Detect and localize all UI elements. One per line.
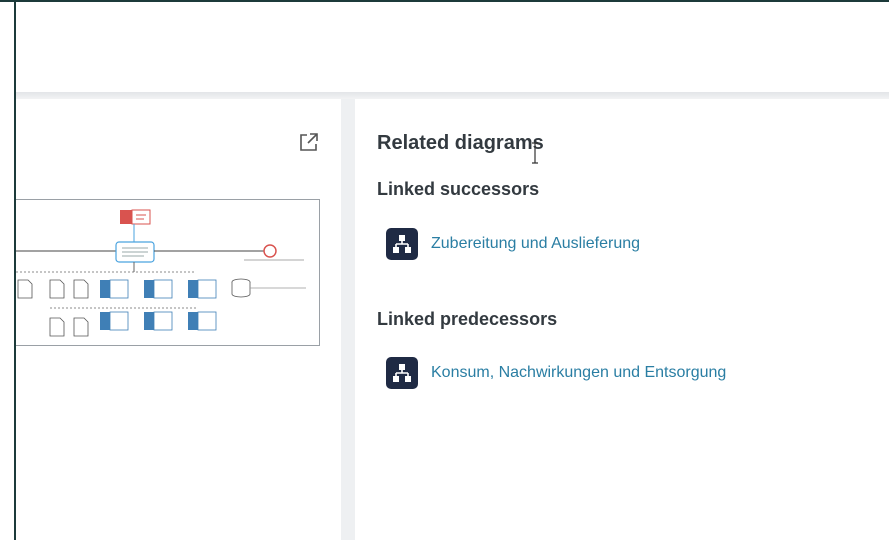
linked-successors-heading: Linked successors [377, 179, 540, 199]
header-shadow [16, 92, 889, 99]
header-bar [16, 2, 889, 92]
linked-predecessors-heading: Linked predecessors [377, 309, 558, 329]
successor-link-label[interactable]: Zubereitung und Auslieferung [431, 235, 640, 253]
predecessor-link-label[interactable]: Konsum, Nachwirkungen und Entsorgung [431, 364, 726, 382]
external-link-icon[interactable] [298, 131, 320, 153]
successor-link[interactable]: Zubereitung und Auslieferung [386, 228, 640, 260]
process-diagram-icon [386, 228, 418, 260]
panel-title: Related diagrams [377, 132, 544, 154]
predecessor-link[interactable]: Konsum, Nachwirkungen und Entsorgung [386, 357, 726, 389]
panel-divider [341, 99, 355, 540]
diagram-thumbnail-graphic [16, 209, 306, 337]
diagram-thumbnail[interactable] [16, 199, 320, 346]
text-cursor-icon [531, 142, 539, 164]
process-diagram-icon [386, 357, 418, 389]
